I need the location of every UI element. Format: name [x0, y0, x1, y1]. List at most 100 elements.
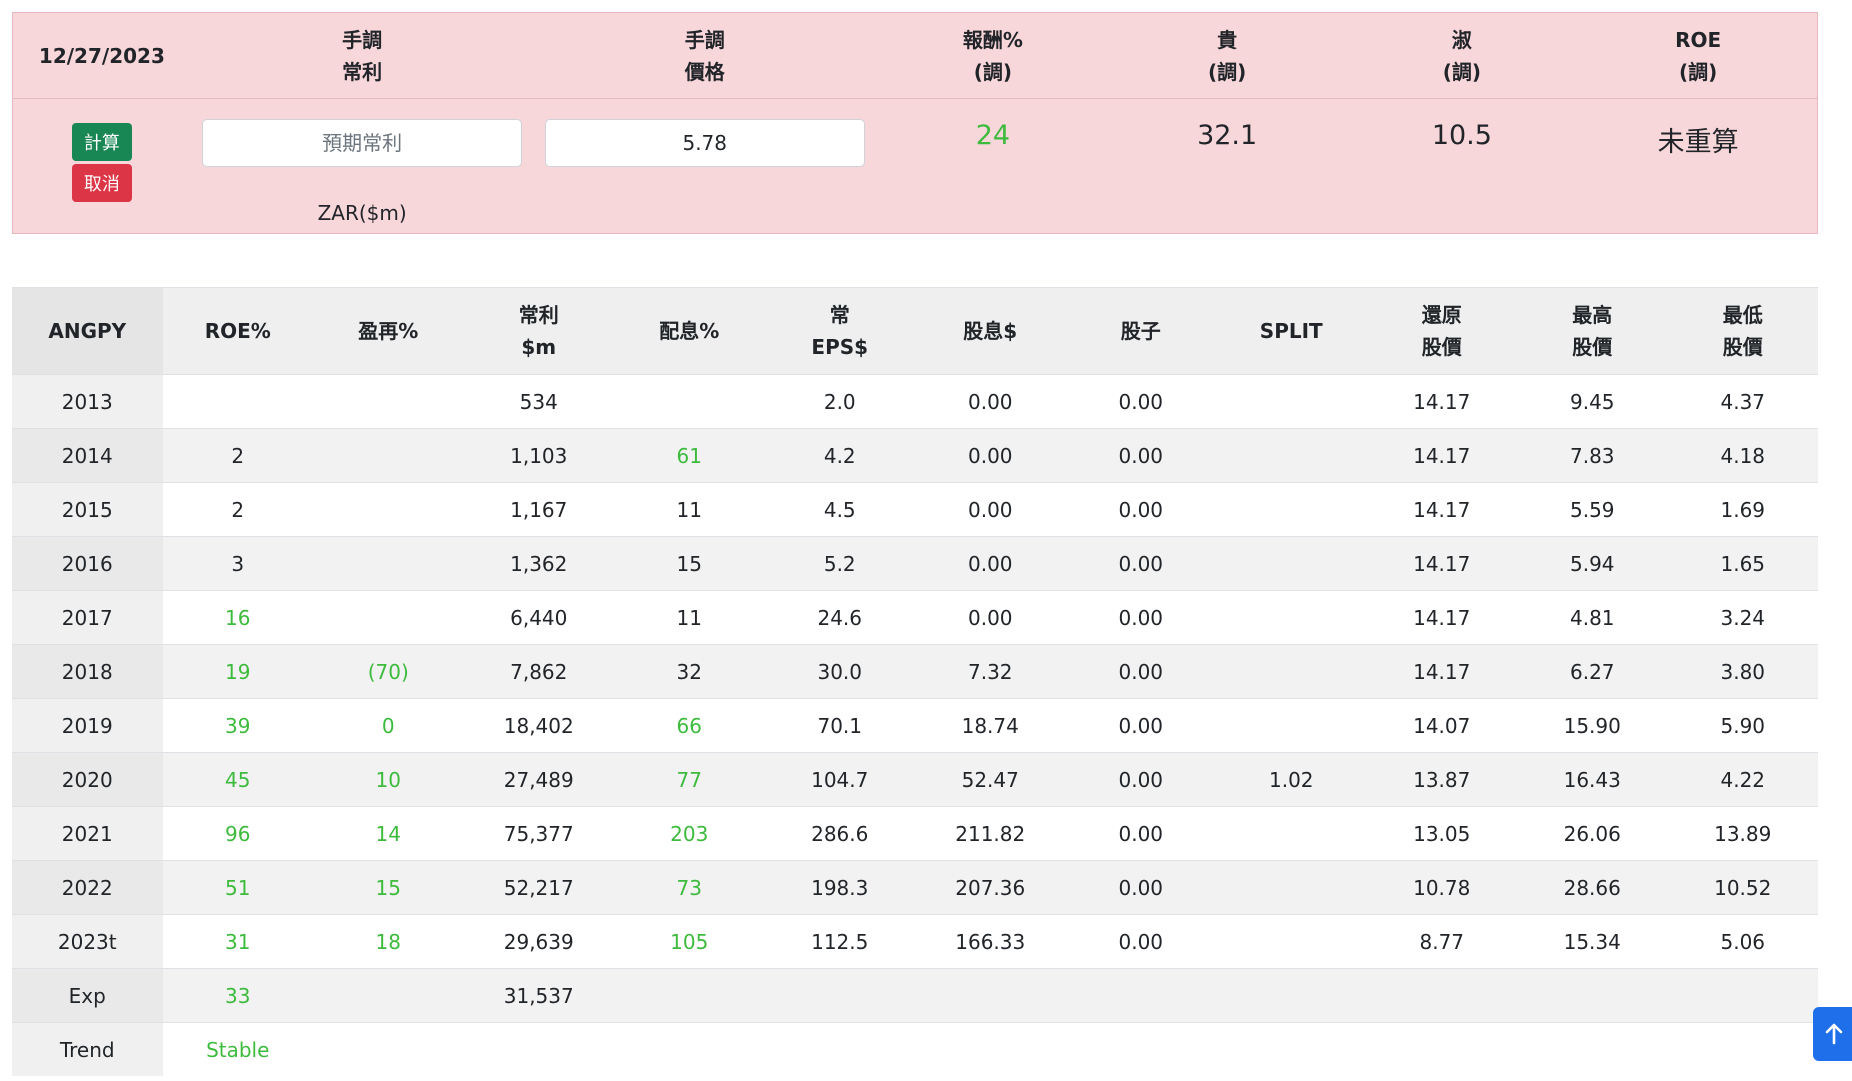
calculator-header: 12/27/2023 手調 常利 手調 價格 報酬% (調) 貴 (調) 淑 (… — [13, 13, 1817, 99]
table-cell — [313, 590, 464, 645]
adjusted-price-input[interactable] — [544, 119, 865, 167]
table-cell — [313, 536, 464, 591]
table-cell — [1216, 644, 1367, 699]
row-year-cell: 2014 — [12, 428, 163, 483]
table-cell: 207.36 — [915, 860, 1066, 915]
table-cell: 96 — [162, 806, 313, 861]
table-cell: 14.17 — [1366, 590, 1517, 645]
table-cell: 13.89 — [1667, 806, 1818, 861]
calculate-button[interactable]: 計算 — [71, 123, 132, 161]
table-cell: 14.17 — [1366, 482, 1517, 537]
table-cell: 5.94 — [1517, 536, 1668, 591]
table-cell: 4.18 — [1667, 428, 1818, 483]
table-row: 2023t 31 18 29,639 105 112.5 166.33 0.00 8.77 15.… — [12, 914, 1818, 969]
table-cell: 14.17 — [1366, 428, 1517, 483]
column-header-label: 最低 — [1722, 303, 1763, 327]
header-expensive-line1: 貴 — [1217, 27, 1238, 52]
table-body: 2013 534 2.0 0.00 0.00 14.17 9.45 4.37 2014 2 1,10… — [12, 374, 1818, 1076]
table-cell: 10.78 — [1366, 860, 1517, 915]
table-cell: 0.00 — [915, 536, 1066, 591]
table-cell: 0.00 — [915, 374, 1066, 429]
table-cell: 0.00 — [1065, 644, 1216, 699]
table-cell: 70.1 — [764, 698, 915, 753]
arrow-up-icon — [1825, 1023, 1843, 1045]
table-cell: 198.3 — [764, 860, 915, 915]
table-row: 2017 16 6,440 11 24.6 0.00 0.00 14.17 4.81 3.24 — [12, 590, 1818, 645]
table-cell: 9.45 — [1517, 374, 1668, 429]
column-header: 常 EPS$ — [764, 287, 915, 375]
table-cell: 18.74 — [915, 698, 1066, 753]
table-cell: 45 — [162, 752, 313, 807]
table-cell: 31 — [162, 914, 313, 969]
table-row: 2019 39 0 18,402 66 70.1 18.74 0.00 14.07 15.90 5.… — [12, 698, 1818, 753]
column-header-label: 股子 — [1120, 319, 1161, 343]
table-cell — [1216, 914, 1367, 969]
column-header: SPLIT — [1216, 287, 1367, 375]
scroll-to-top-button[interactable] — [1813, 1007, 1852, 1061]
table-cell — [1366, 968, 1517, 1023]
row-year-cell: 2022 — [12, 860, 163, 915]
column-header-label: 盈再% — [358, 319, 419, 343]
header-adj-profit: 手調 常利 — [191, 13, 534, 98]
expected-profit-input[interactable] — [202, 119, 523, 167]
row-year-cell: Exp — [12, 968, 163, 1023]
column-header: 股息$ — [915, 287, 1066, 375]
column-header-label: 股價 — [1421, 335, 1462, 359]
table-cell: 4.22 — [1667, 752, 1818, 807]
table-cell: 0.00 — [1065, 374, 1216, 429]
table-cell — [1216, 374, 1367, 429]
calc-actions: 計算 取消 — [13, 99, 191, 233]
expensive-cell: 32.1 — [1110, 99, 1345, 233]
table-cell: 16 — [162, 590, 313, 645]
currency-unit-label: ZAR($m) — [317, 201, 407, 225]
cheap-cell: 10.5 — [1345, 99, 1580, 233]
table-cell: 19 — [162, 644, 313, 699]
cancel-button[interactable]: 取消 — [71, 164, 132, 202]
table-cell — [1667, 968, 1818, 1023]
header-expensive-line2: (調) — [1208, 59, 1247, 84]
table-cell — [1065, 968, 1216, 1023]
table-header: ANGPY ROE% 盈再% 常利 $m 配息% 常 EPS$ 股息$ 股子 SPLIT 還原 股價 最高… — [12, 287, 1818, 375]
column-header-label: $m — [521, 335, 557, 359]
roe-value: 未重算 — [1657, 127, 1739, 158]
table-cell: 29,639 — [463, 914, 614, 969]
table-cell: 0.00 — [1065, 806, 1216, 861]
table-cell: 4.2 — [764, 428, 915, 483]
row-year-cell: 2015 — [12, 482, 163, 537]
table-row: 2022 51 15 52,217 73 198.3 207.36 0.00 10.78 28.6… — [12, 860, 1818, 915]
table-cell: 14.07 — [1366, 698, 1517, 753]
table-cell: 32 — [614, 644, 765, 699]
table-cell: 52,217 — [463, 860, 614, 915]
table-cell — [1065, 1022, 1216, 1076]
table-cell: 4.5 — [764, 482, 915, 537]
table-cell — [614, 374, 765, 429]
calc-date: 12/27/2023 — [38, 43, 165, 68]
table-cell — [915, 968, 1066, 1023]
table-cell: 6.27 — [1517, 644, 1668, 699]
financial-table: ANGPY ROE% 盈再% 常利 $m 配息% 常 EPS$ 股息$ 股子 SPLIT 還原 股價 最高… — [12, 287, 1818, 1076]
column-header-label: 股價 — [1722, 335, 1763, 359]
table-cell: 10 — [313, 752, 464, 807]
table-header-row: ANGPY ROE% 盈再% 常利 $m 配息% 常 EPS$ 股息$ 股子 SPLIT 還原 股價 最高… — [12, 287, 1818, 375]
column-header-label: 最高 — [1572, 303, 1613, 327]
table-cell: 0 — [313, 698, 464, 753]
table-cell: 166.33 — [915, 914, 1066, 969]
row-year-cell: 2018 — [12, 644, 163, 699]
header-adj-price-line1: 手調 — [684, 27, 725, 52]
column-header: 最低 股價 — [1667, 287, 1818, 375]
header-adj-price: 手調 價格 — [533, 13, 876, 98]
column-header-label: ANGPY — [48, 319, 127, 343]
table-cell: 13.87 — [1366, 752, 1517, 807]
header-expensive: 貴 (調) — [1110, 13, 1345, 98]
header-cheap-line2: (調) — [1442, 59, 1482, 84]
table-cell: 18 — [313, 914, 464, 969]
table-cell: (70) — [313, 644, 464, 699]
row-year-cell: 2023t — [12, 914, 163, 969]
table-cell: 61 — [614, 428, 765, 483]
column-header: ANGPY — [12, 287, 163, 375]
table-cell: 0.00 — [915, 590, 1066, 645]
table-cell: 1.65 — [1667, 536, 1818, 591]
table-cell: 33 — [162, 968, 313, 1023]
table-cell: 3 — [162, 536, 313, 591]
header-roe-line1: ROE — [1675, 27, 1722, 52]
